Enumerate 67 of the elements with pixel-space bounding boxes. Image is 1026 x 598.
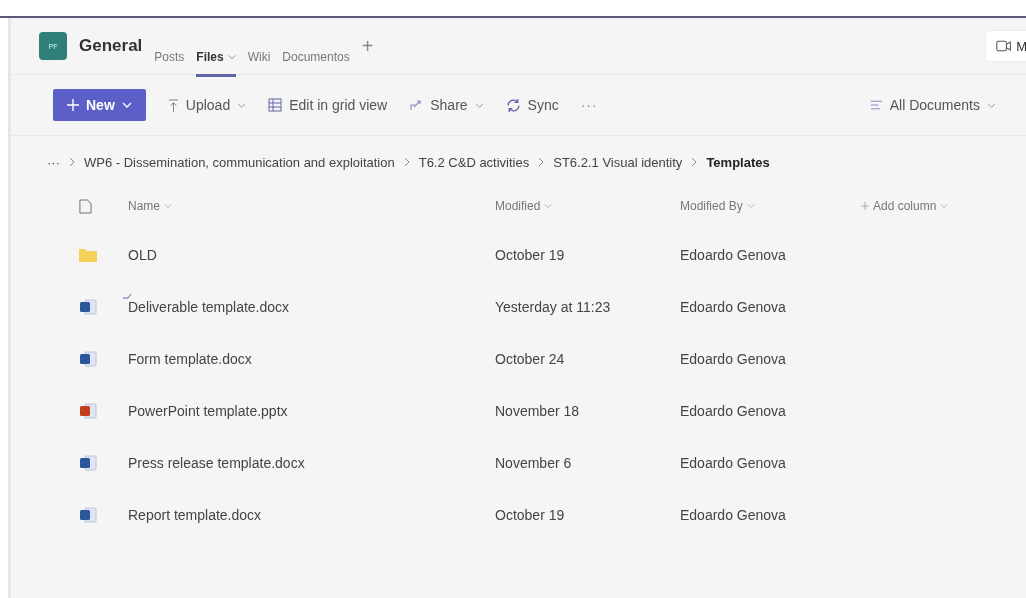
file-name-link[interactable]: PowerPoint template.pptx: [128, 403, 288, 419]
share-icon: [409, 98, 424, 112]
channel-tab[interactable]: Files: [196, 35, 236, 77]
word-file-icon: [79, 507, 97, 523]
powerpoint-file-icon: [79, 403, 97, 419]
column-header[interactable]: Add column: [861, 199, 949, 213]
file-type-icon: [79, 198, 92, 214]
chevron-down-icon: [164, 202, 172, 210]
chevron-down-icon: [474, 100, 484, 110]
plus-icon: [861, 202, 869, 210]
chevron-icon: [403, 157, 410, 167]
breadcrumb-item[interactable]: WP6 - Dissemination, communication and exploitation: [84, 154, 395, 170]
file-name-link[interactable]: Form template.docx: [128, 351, 252, 367]
grid-icon: [268, 98, 283, 112]
plus-icon: [67, 99, 79, 111]
folder-icon: [79, 248, 97, 262]
chevron-icon: [538, 157, 545, 167]
modified-by-cell: Edoardo Genova: [680, 455, 786, 471]
column-header[interactable]: Name: [128, 199, 172, 213]
new-button[interactable]: New: [53, 89, 146, 121]
modified-cell: October 24: [495, 351, 565, 367]
grid-button[interactable]: Edit in grid view: [268, 97, 388, 113]
breadcrumb-item[interactable]: ST6.2.1 Visual identity: [553, 154, 683, 170]
modified-by-cell: Edoardo Genova: [680, 403, 786, 419]
modified-by-cell: Edoardo Genova: [680, 299, 786, 315]
modified-cell: November 18: [495, 403, 580, 419]
chevron-down-icon: [237, 100, 247, 110]
column-header[interactable]: Modified By: [680, 199, 755, 213]
modified-by-cell: Edoardo Genova: [680, 351, 786, 367]
chevron-down-icon: [227, 52, 236, 61]
upload-icon: [167, 98, 179, 112]
chevron-down-icon: [940, 202, 949, 210]
channel-tab[interactable]: Documentos: [282, 35, 350, 77]
breadcrumb-overflow[interactable]: ···: [47, 154, 60, 170]
upload-button[interactable]: Upload: [167, 97, 247, 113]
chevron-down-icon: [544, 202, 553, 210]
modified-by-cell: Edoardo Genova: [680, 507, 786, 523]
channel-tab[interactable]: Posts: [154, 35, 185, 77]
word-file-icon: [79, 351, 97, 367]
meet-button[interactable]: M: [985, 30, 1026, 62]
view-selector[interactable]: All Documents: [869, 97, 996, 113]
chevron-down-icon: [746, 202, 755, 210]
sync-button[interactable]: Sync: [505, 97, 559, 113]
breadcrumb-item[interactable]: T6.2 C&D activities: [418, 154, 530, 170]
list-icon: [869, 100, 883, 110]
modified-cell: October 19: [495, 507, 565, 523]
sync-icon: [505, 97, 521, 113]
modified-cell: October 19: [495, 247, 565, 263]
chevron-icon: [691, 157, 698, 167]
modified-by-cell: Edoardo Genova: [680, 247, 786, 263]
file-name-link[interactable]: Press release template.docx: [128, 455, 305, 471]
video-camera-icon: [996, 40, 1013, 52]
modified-cell: November 6: [495, 455, 572, 471]
chevron-down-icon: [121, 100, 132, 110]
file-name-link[interactable]: Deliverable template.docx: [128, 299, 290, 315]
column-header[interactable]: Modified: [495, 199, 553, 213]
channel-name: General: [79, 36, 143, 56]
chevron-down-icon: [987, 100, 996, 110]
file-name-link[interactable]: OLD: [128, 247, 157, 263]
file-name-link[interactable]: Report template.docx: [128, 507, 262, 523]
word-file-icon: [79, 455, 97, 471]
channel-tab[interactable]: Wiki: [247, 35, 271, 77]
breadcrumb-item[interactable]: Templates: [706, 154, 770, 170]
word-file-icon: [79, 299, 97, 315]
chevron-icon: [69, 157, 75, 167]
modified-cell: Yesterday at 11:23: [495, 299, 611, 315]
share-button[interactable]: Share: [409, 97, 484, 113]
